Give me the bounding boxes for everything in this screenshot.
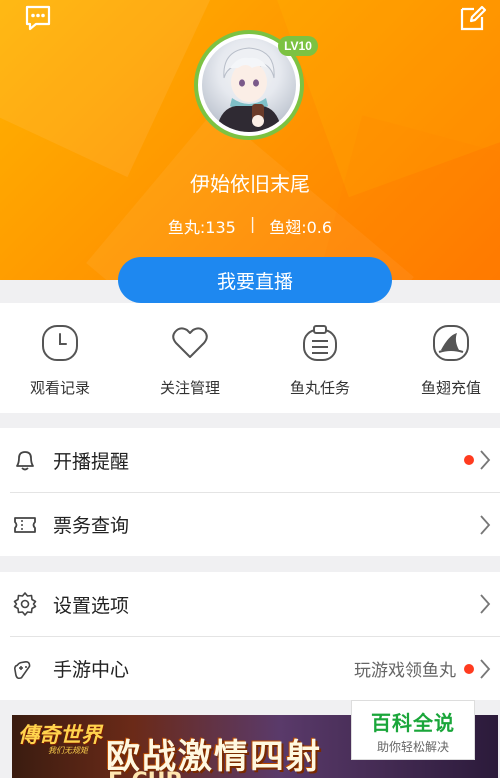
username: 伊始依旧末尾 xyxy=(190,172,310,196)
chevron-right-icon xyxy=(480,658,491,679)
banner-subline: F-CUP xyxy=(108,769,182,778)
fish-fins-count[interactable]: 鱼翅:0.6 xyxy=(269,214,332,238)
chevron-right-icon xyxy=(480,450,491,470)
quick-label: 鱼丸任务 xyxy=(289,379,350,397)
menu-ticket-query[interactable]: 票务查询 xyxy=(10,492,500,556)
menu-label: 手游中心 xyxy=(53,659,130,681)
quick-label: 鱼翅充值 xyxy=(420,379,481,397)
clock-icon xyxy=(42,325,78,361)
fish-balls-count[interactable]: 鱼丸:135 xyxy=(168,214,236,238)
gear-icon xyxy=(13,592,37,616)
quick-actions-bar: 观看记录 关注管理 鱼丸任务 鱼翅充值 xyxy=(0,303,500,413)
menu-label: 设置选项 xyxy=(53,594,130,617)
banner-logo-sub: 我们无规矩 xyxy=(48,746,88,755)
notification-dot xyxy=(464,455,474,465)
menu-label: 票务查询 xyxy=(53,515,130,537)
stats-separator: | xyxy=(249,214,256,233)
quick-label: 关注管理 xyxy=(159,379,220,397)
profile-header: LV10 伊始依旧末尾 鱼丸:135 | 鱼翅:0.6 xyxy=(0,0,500,280)
ticket-icon xyxy=(14,516,36,533)
notification-dot xyxy=(464,663,474,674)
quick-fish-ball-tasks[interactable]: 鱼丸任务 xyxy=(265,323,375,398)
fin-icon xyxy=(433,325,469,361)
clipboard-icon xyxy=(303,325,337,361)
menu-group-settings: 设置选项 手游中心 玩游戏领鱼丸 xyxy=(0,572,500,700)
menu-hint: 玩游戏领鱼丸 xyxy=(354,661,456,681)
watermark-logo: 百科全说 助你轻松解决 xyxy=(351,700,475,760)
menu-mobile-games[interactable]: 手游中心 玩游戏领鱼丸 xyxy=(10,636,500,700)
watermark-title: 百科全说 xyxy=(371,711,455,735)
quick-watch-history[interactable]: 观看记录 xyxy=(5,323,115,398)
quick-follow-manage[interactable]: 关注管理 xyxy=(135,323,245,398)
bell-icon xyxy=(16,451,34,471)
menu-group-notifications: 开播提醒 票务查询 xyxy=(0,428,500,556)
quick-label: 观看记录 xyxy=(29,379,90,397)
edit-icon[interactable] xyxy=(459,4,487,32)
watermark-subtitle: 助你轻松解决 xyxy=(376,740,449,754)
currency-stats: 鱼丸:135 | 鱼翅:0.6 xyxy=(0,214,500,238)
message-icon[interactable] xyxy=(24,4,52,32)
menu-live-reminder[interactable]: 开播提醒 xyxy=(0,428,500,492)
chevron-right-icon xyxy=(480,594,491,614)
menu-settings[interactable]: 设置选项 xyxy=(0,572,500,636)
gamepad-icon xyxy=(14,660,31,679)
quick-fish-fin-recharge[interactable]: 鱼翅充值 xyxy=(396,323,500,398)
heart-icon xyxy=(172,327,208,358)
start-live-button[interactable]: 我要直播 xyxy=(118,257,392,303)
level-badge: LV10 xyxy=(278,36,318,56)
menu-label: 开播提醒 xyxy=(53,450,130,473)
chevron-right-icon xyxy=(480,514,491,535)
